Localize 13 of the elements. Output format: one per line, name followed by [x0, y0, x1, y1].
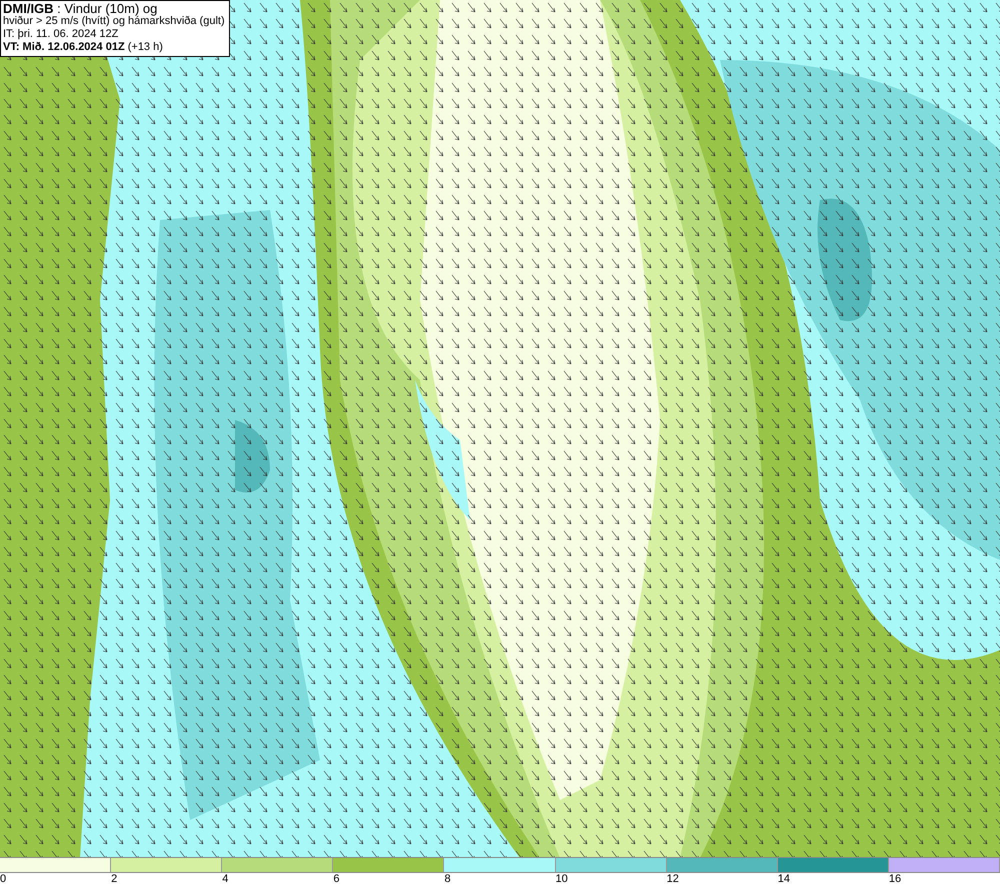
legend-tick-label: 10: [556, 873, 568, 887]
title-line: hviður > 25 m/s (hvítt) og hámarkshviða (gult): [3, 15, 225, 28]
title-line: VT: Mið. 12.06.2024 01Z (+13 h): [3, 41, 164, 54]
title-line: DMI/IGB : Vindur (10m) og: [3, 2, 158, 15]
legend-tick-label: 8: [444, 873, 451, 887]
legend-tick-label: 0: [0, 873, 6, 887]
legend-tick-label: 12: [666, 873, 679, 887]
legend-tick-label: 2: [111, 873, 118, 887]
title-line: IT: þri. 11. 06. 2024 12Z: [3, 28, 120, 41]
legend-tick-label: 6: [333, 873, 340, 887]
legend-tick-label: 14: [778, 873, 790, 887]
legend-tick-label: 16: [888, 873, 902, 887]
legend-tick-label: 4: [222, 873, 228, 887]
